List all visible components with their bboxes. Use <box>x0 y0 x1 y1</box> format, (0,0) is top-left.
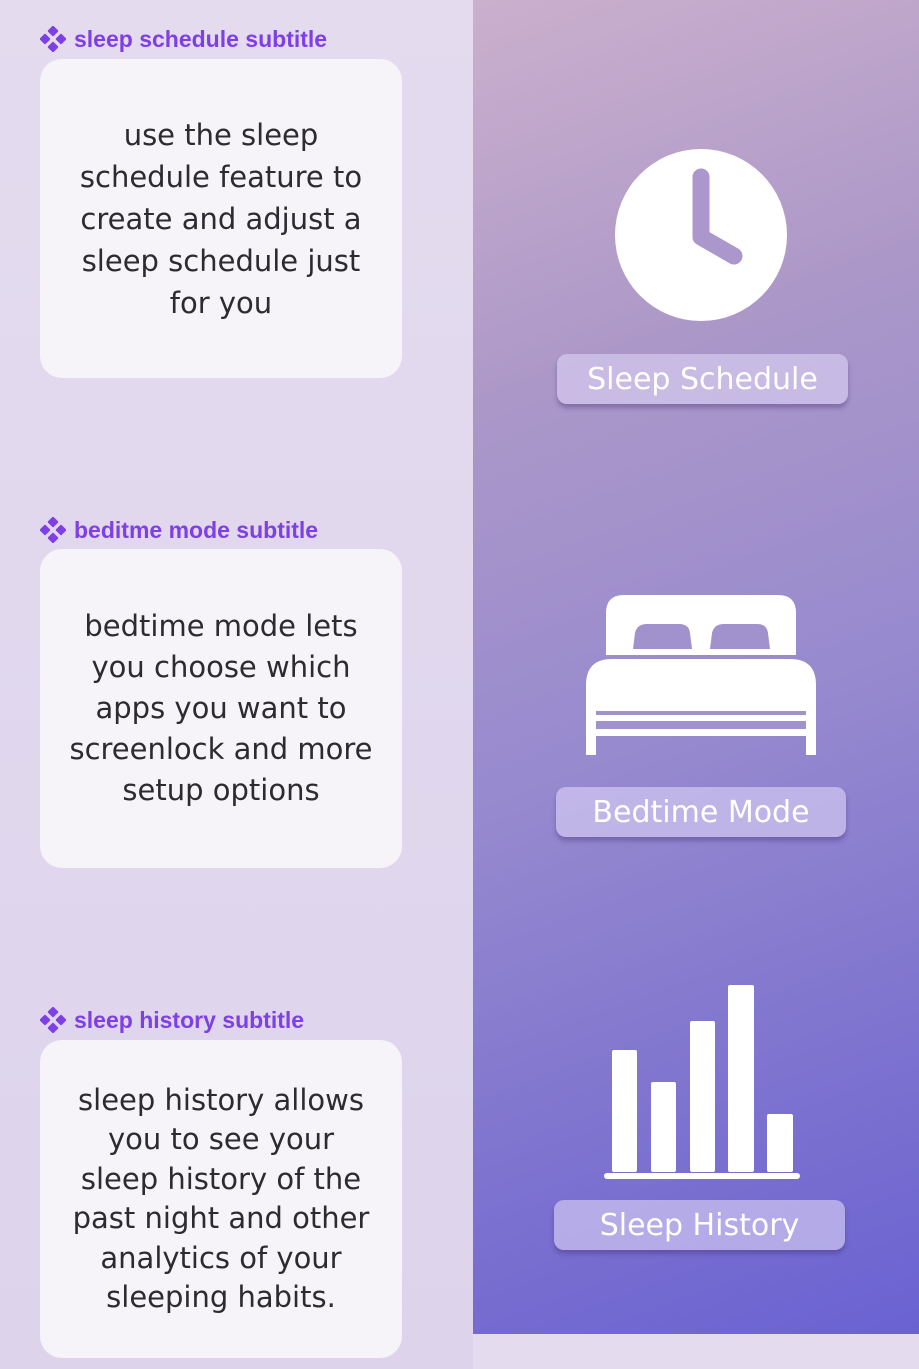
subtitle-label: sleep history subtitle <box>74 1006 305 1033</box>
component-diamond-icon <box>40 517 66 543</box>
sleep-history-button[interactable]: Sleep History <box>554 1200 845 1250</box>
clock-icon <box>615 149 787 321</box>
bed-icon <box>586 595 816 755</box>
sleep-schedule-button[interactable]: Sleep Schedule <box>557 354 848 404</box>
chart-bar-4 <box>728 985 754 1172</box>
sleep-schedule-subtitle: sleep schedule subtitle <box>40 26 327 52</box>
chart-bar-1 <box>612 1050 637 1172</box>
bedtime-mode-button[interactable]: Bedtime Mode <box>556 787 846 837</box>
chart-baseline <box>604 1173 800 1179</box>
sleep-history-subtitle: sleep history subtitle <box>40 1007 304 1033</box>
sleep-schedule-description-card: use the sleep schedule feature to create… <box>40 59 402 378</box>
canvas-bottom-strip <box>473 1334 919 1369</box>
subtitle-label: beditme mode subtitle <box>74 516 319 543</box>
subtitle-label: sleep schedule subtitle <box>74 25 328 52</box>
bedtime-mode-subtitle: beditme mode subtitle <box>40 517 318 543</box>
chart-bar-3 <box>690 1021 715 1172</box>
chart-bar-5 <box>767 1114 793 1172</box>
chart-bar-2 <box>651 1082 676 1172</box>
description-text: sleep history allows you to see your sle… <box>72 1082 370 1315</box>
description-text: use the sleep schedule feature to create… <box>79 117 363 320</box>
description-text: bedtime mode lets you choose which apps … <box>69 609 373 807</box>
bedtime-mode-description-card: bedtime mode lets you choose which apps … <box>40 549 402 868</box>
sleep-schedule-button-label: Sleep Schedule <box>587 361 818 397</box>
component-diamond-icon <box>40 26 66 52</box>
sleep-history-description-card: sleep history allows you to see your sle… <box>40 1040 402 1358</box>
bar-chart-icon <box>604 985 800 1179</box>
component-diamond-icon <box>40 1007 66 1033</box>
sleep-history-button-label: Sleep History <box>599 1207 800 1243</box>
bedtime-mode-button-label: Bedtime Mode <box>592 794 810 830</box>
